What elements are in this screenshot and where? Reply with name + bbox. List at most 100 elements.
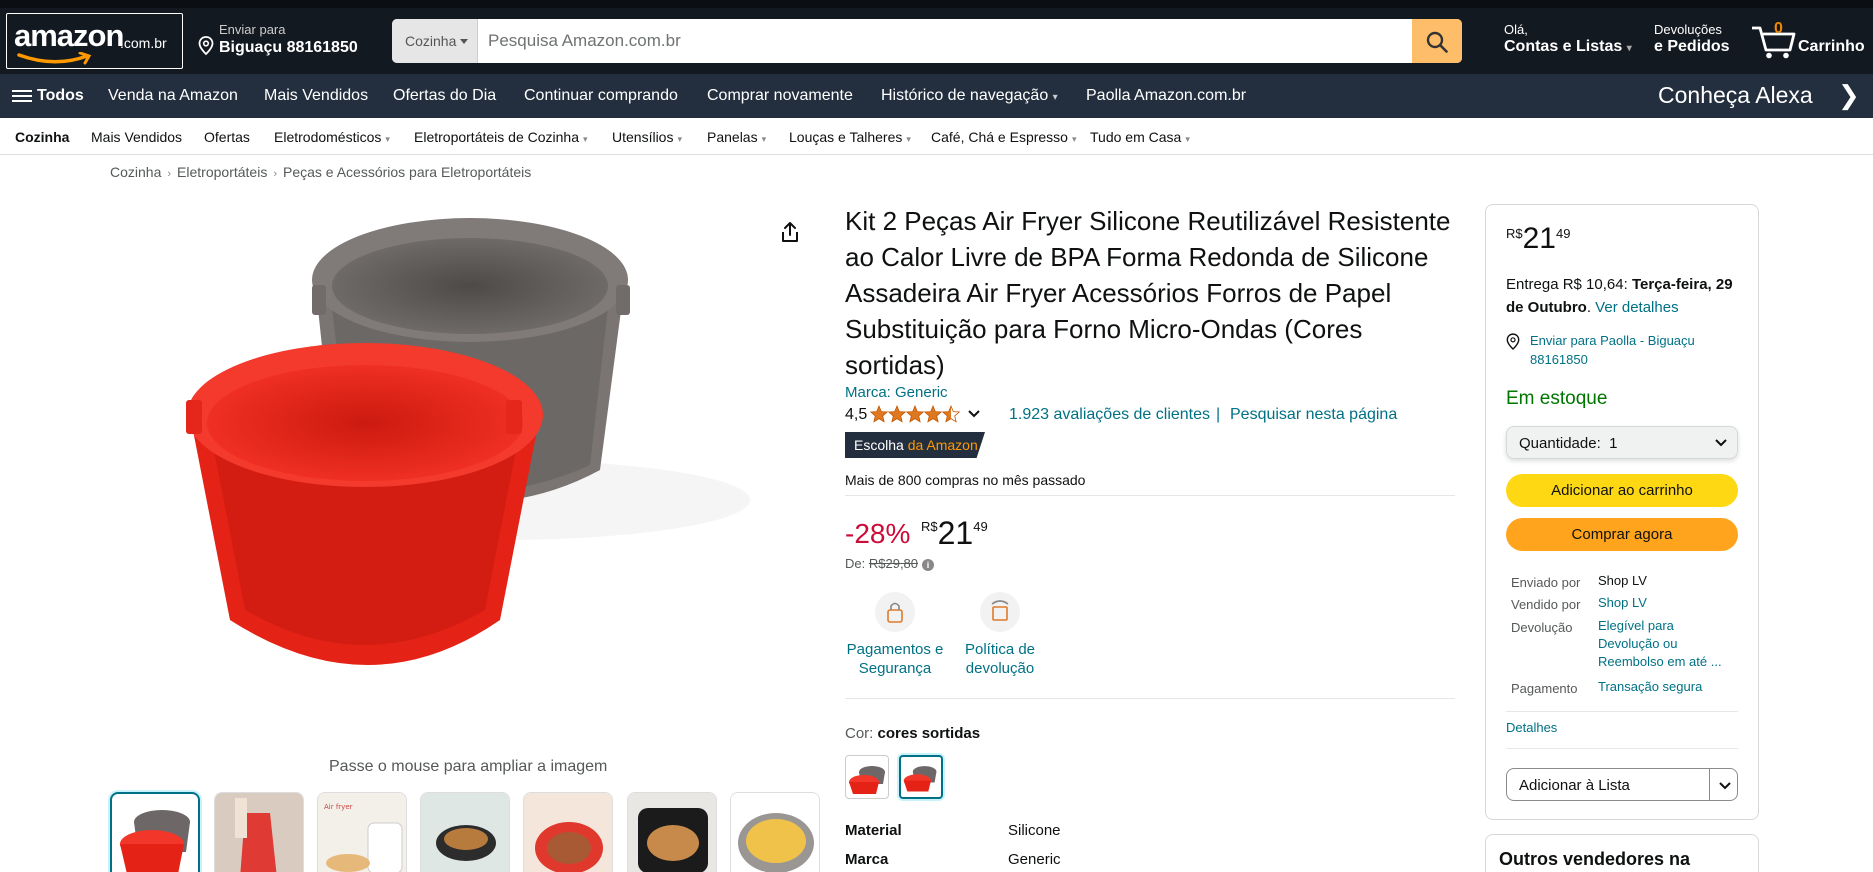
price-whole: 21 bbox=[937, 515, 974, 551]
feature-returns[interactable]: Política de devolução bbox=[955, 592, 1045, 678]
nav-item-buy-again[interactable]: Comprar novamente bbox=[707, 87, 853, 105]
chevron-right-icon[interactable]: ❯ bbox=[1838, 81, 1860, 111]
subnav-item-small-appliances[interactable]: Eletroportáteis de Cozinha ▾ bbox=[414, 129, 588, 145]
returns-orders[interactable]: Devoluções e Pedidos bbox=[1654, 22, 1730, 56]
spec-key: Material bbox=[845, 822, 902, 839]
chevron-down-icon[interactable] bbox=[1717, 777, 1733, 795]
subnav-item-kitchen[interactable]: Cozinha bbox=[15, 129, 69, 145]
return-box-icon bbox=[980, 592, 1020, 632]
chevron-down-icon[interactable] bbox=[966, 405, 982, 427]
price-whole: 21 bbox=[1522, 222, 1556, 255]
hamburger-icon bbox=[12, 87, 32, 105]
logo-suffix: .com.br bbox=[120, 35, 167, 51]
nav-all-menu[interactable]: Todos bbox=[12, 87, 84, 105]
return-policy-link[interactable]: Elegível para Devolução ou Reembolso em … bbox=[1598, 617, 1733, 671]
add-to-cart-button[interactable]: Adicionar ao carrinho bbox=[1506, 474, 1738, 507]
account-label: Contas e Listas ▾ bbox=[1504, 38, 1632, 55]
gallery-thumbnail[interactable] bbox=[730, 792, 820, 872]
logo-text: amazon bbox=[14, 18, 124, 53]
list-price: De: R$29,80 i bbox=[845, 556, 935, 571]
separator: | bbox=[1216, 406, 1221, 423]
ship-to-link[interactable]: Enviar para Paolla - Biguaçu 88161850 bbox=[1530, 331, 1745, 369]
subnav-item-coffee[interactable]: Café, Chá e Espresso ▾ bbox=[931, 129, 1077, 145]
breadcrumb-item[interactable]: Eletroportáteis bbox=[177, 164, 267, 180]
breadcrumb-item[interactable]: Peças e Acessórios para Eletroportáteis bbox=[283, 164, 531, 180]
subnav-item-offers[interactable]: Ofertas bbox=[204, 129, 250, 145]
seller-link[interactable]: Shop LV bbox=[1598, 594, 1647, 612]
product-photo: Air fryer bbox=[318, 793, 406, 872]
nav-item-bestsellers[interactable]: Mais Vendidos bbox=[264, 87, 368, 105]
gallery-thumbnail[interactable] bbox=[523, 792, 613, 872]
caret-down-icon: ▾ bbox=[1185, 134, 1190, 144]
breadcrumb-item[interactable]: Cozinha bbox=[110, 164, 161, 180]
divider bbox=[845, 495, 1455, 496]
caret-down-icon: ▾ bbox=[1052, 92, 1058, 103]
cart-button[interactable]: 0 Carrinho bbox=[1750, 18, 1865, 62]
product-title: Kit 2 Peças Air Fryer Silicone Reutilizá… bbox=[845, 206, 1451, 380]
nav-item-continue-shopping[interactable]: Continuar comprando bbox=[524, 87, 678, 105]
payment-link[interactable]: Transação segura bbox=[1598, 678, 1702, 696]
nav-item-deals[interactable]: Ofertas do Dia bbox=[393, 87, 496, 105]
caret-down-icon: ▾ bbox=[906, 134, 911, 144]
share-button[interactable] bbox=[778, 220, 802, 248]
deliver-line1: Enviar para bbox=[219, 22, 286, 37]
product-photo bbox=[421, 793, 509, 872]
nav-item-history[interactable]: Histórico de navegação ▾ bbox=[881, 87, 1058, 105]
gallery-thumbnail[interactable] bbox=[110, 792, 200, 872]
price-currency: R$ bbox=[1506, 226, 1523, 241]
subnav-item-tableware[interactable]: Louças e Talheres ▾ bbox=[789, 129, 911, 145]
account-greeting: Olá, bbox=[1504, 22, 1528, 37]
product-photo bbox=[186, 218, 750, 665]
returns-line2: e Pedidos bbox=[1654, 38, 1730, 55]
nav-all-label: Todos bbox=[37, 87, 84, 104]
nav-item-sell[interactable]: Venda na Amazon bbox=[108, 87, 238, 105]
buy-now-button[interactable]: Comprar agora bbox=[1506, 518, 1738, 551]
search-button[interactable] bbox=[1412, 19, 1462, 63]
subnav-item-bestsellers[interactable]: Mais Vendidos bbox=[91, 129, 182, 145]
search-category-select[interactable]: Cozinha bbox=[392, 19, 478, 63]
add-to-list-button[interactable]: Adicionar à Lista bbox=[1506, 768, 1738, 801]
search-page-link[interactable]: Pesquisar nesta página bbox=[1230, 406, 1397, 424]
spec-key: Marca bbox=[845, 851, 889, 868]
breadcrumb: Cozinha › Eletroportáteis › Peças e Acessóri… bbox=[110, 164, 531, 180]
product-photo bbox=[903, 766, 937, 792]
rating-value: 4,5 bbox=[845, 406, 868, 423]
feature-payments[interactable]: Pagamentos e Segurança bbox=[845, 592, 945, 678]
subnav-item-utensils[interactable]: Utensílios ▾ bbox=[612, 129, 682, 145]
lock-icon bbox=[875, 592, 915, 632]
rating-stars[interactable] bbox=[870, 404, 962, 428]
gallery-thumbnail[interactable] bbox=[420, 792, 510, 872]
search-input[interactable] bbox=[478, 19, 1406, 63]
gallery-thumbnail[interactable] bbox=[214, 792, 304, 872]
delivery-details-link[interactable]: Ver detalhes bbox=[1595, 299, 1678, 316]
nav-item-user-store[interactable]: Paolla Amazon.com.br bbox=[1086, 87, 1246, 105]
add-to-list-label: Adicionar à Lista bbox=[1519, 777, 1630, 794]
gallery-thumbnail[interactable] bbox=[627, 792, 717, 872]
gallery-thumbnail[interactable]: Air fryer bbox=[317, 792, 407, 872]
product-photo bbox=[215, 793, 303, 872]
search-category-label: Cozinha bbox=[405, 33, 457, 49]
subnav-item-home[interactable]: Tudo em Casa ▾ bbox=[1090, 129, 1190, 145]
search-bar: Cozinha bbox=[392, 19, 1462, 63]
info-key: Enviado por bbox=[1511, 575, 1581, 590]
search-icon bbox=[1426, 31, 1448, 53]
color-swatch-selected[interactable] bbox=[899, 755, 943, 799]
location-pin-icon bbox=[1506, 333, 1520, 355]
account-lists[interactable]: Olá, Contas e Listas ▾ bbox=[1504, 22, 1632, 56]
nav-alexa-promo[interactable]: Conheça Alexa bbox=[1658, 82, 1813, 109]
caret-down-icon: ▾ bbox=[583, 134, 588, 144]
color-swatch[interactable] bbox=[845, 755, 889, 799]
amazon-logo[interactable]: amazon .com.br bbox=[6, 13, 183, 69]
main-product-image[interactable] bbox=[170, 200, 760, 745]
top-strip bbox=[0, 0, 1873, 8]
quantity-select[interactable]: Quantidade: 1 bbox=[1506, 426, 1738, 459]
subnav-item-appliances[interactable]: Eletrodomésticos ▾ bbox=[274, 129, 390, 145]
buybox-price: R$2149 bbox=[1506, 222, 1570, 256]
chevron-right-icon: › bbox=[273, 168, 277, 180]
divider bbox=[1506, 748, 1738, 749]
subnav-item-pans[interactable]: Panelas ▾ bbox=[707, 129, 766, 145]
reviews-link[interactable]: 1.923 avaliações de clientes bbox=[1009, 406, 1210, 424]
brand-link[interactable]: Marca: Generic bbox=[845, 384, 948, 401]
details-link[interactable]: Detalhes bbox=[1506, 720, 1557, 735]
info-icon[interactable]: i bbox=[922, 559, 935, 571]
